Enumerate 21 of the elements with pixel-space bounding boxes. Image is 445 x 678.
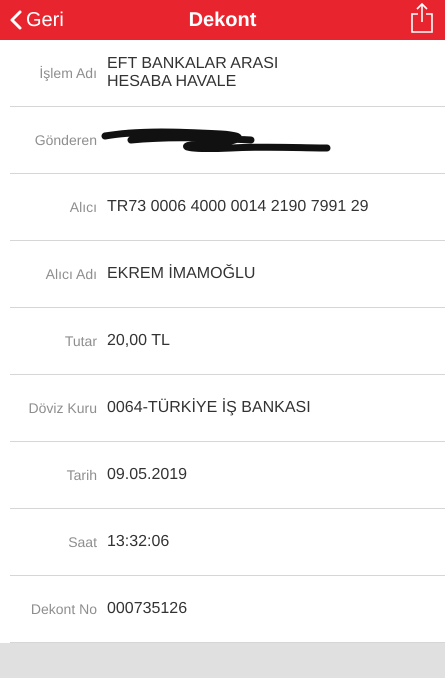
field-value: 13:32:06 xyxy=(107,532,170,552)
field-label: Döviz Kuru xyxy=(28,400,97,416)
field-label: Tarih xyxy=(66,467,97,483)
field-label: Tutar xyxy=(64,333,97,349)
field-value: EFT BANKALAR ARASI HESABA HAVALE xyxy=(107,54,278,92)
field-label: Saat xyxy=(67,534,97,550)
field-value: 20,00 TL xyxy=(107,332,170,350)
field-label: Dekont No xyxy=(30,601,97,617)
field-value: 000735126 xyxy=(107,600,188,618)
field-value: EKREM İMAMOĞLU xyxy=(107,264,256,284)
back-button[interactable]: Geri xyxy=(10,8,90,32)
share-icon[interactable] xyxy=(408,2,435,34)
field-value: 09.05.2019 xyxy=(107,466,188,484)
field-label: Gönderen xyxy=(34,132,97,148)
field-value: TR73 0006 4000 0014 2190 7991 29 xyxy=(107,198,369,216)
screen-title: Dekont xyxy=(188,8,256,32)
field-label: Alıcı xyxy=(68,199,97,215)
field-label: Alıcı Adı xyxy=(44,266,97,282)
field-value: 0064-TÜRKİYE İŞ BANKASI xyxy=(107,398,311,418)
chevron-left-icon xyxy=(10,10,22,30)
field-label: İşlem Adı xyxy=(38,65,97,81)
